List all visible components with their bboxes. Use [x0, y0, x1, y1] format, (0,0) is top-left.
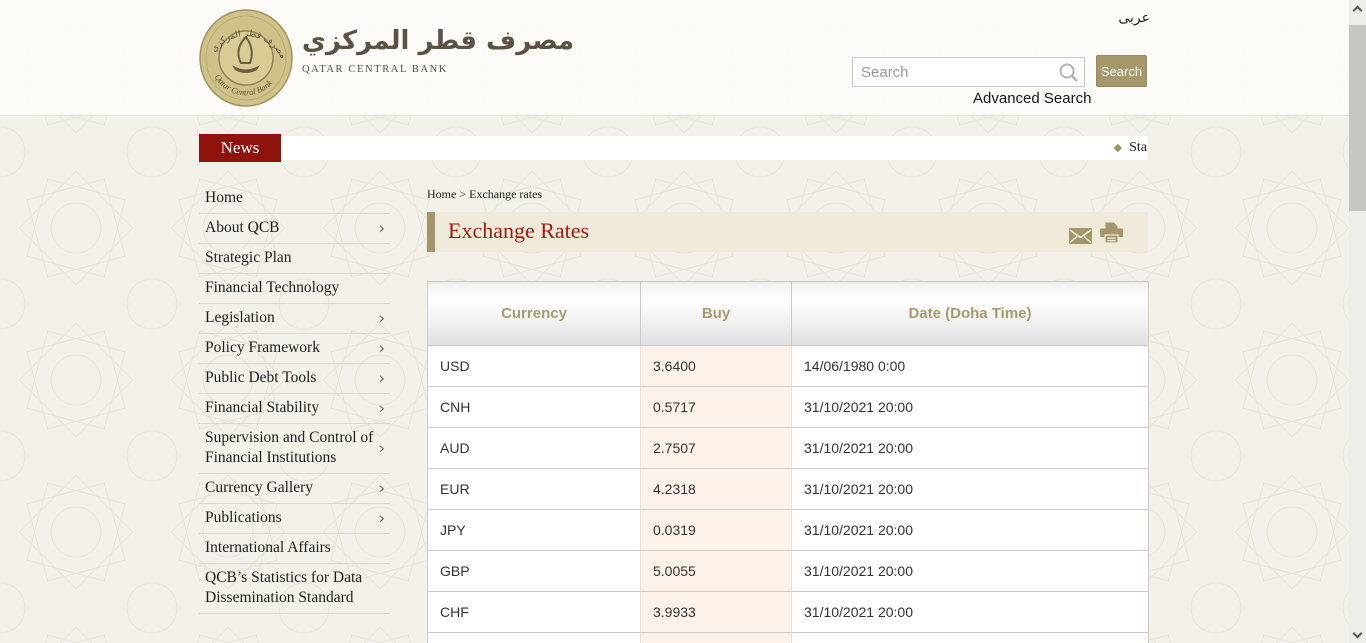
chevron-right-icon: ›	[379, 398, 385, 418]
buy-cell: 0.5717	[641, 387, 792, 428]
col-header-buy: Buy	[641, 282, 792, 346]
chevron-right-icon: ›	[379, 508, 385, 528]
table-row: AUD 2.7507 31/10/2021 20:00	[428, 428, 1149, 469]
sidebar-item-legislation[interactable]: Legislation›	[199, 304, 390, 334]
qcb-coin-emblem-icon: مصرف قطر المركزي Qatar Central Bank	[199, 9, 293, 107]
sidebar-item-about-qcb[interactable]: About QCB›	[199, 214, 390, 244]
breadcrumb-separator: >	[459, 187, 466, 201]
sidebar-item-supervision[interactable]: Supervision and Control of Financial Ins…	[199, 424, 390, 474]
brand-english-name: QATAR CENTRAL BANK	[302, 64, 574, 75]
buy-cell: 0.0319	[641, 510, 792, 551]
sidebar-nav: Home About QCB› Strategic Plan Financial…	[199, 184, 390, 614]
table-row: CHF 3.9933 31/10/2021 20:00	[428, 592, 1149, 633]
qcb-exchange-rates-page: مصرف قطر المركزي Qatar Central Bank مصرف…	[0, 0, 1366, 643]
sidebar-item-currency-gallery[interactable]: Currency Gallery›	[199, 474, 390, 504]
exchange-rates-table: Currency Buy Date (Doha Time) USD 3.6400…	[427, 281, 1149, 643]
sidebar-item-international-affairs[interactable]: International Affairs	[199, 534, 390, 564]
brand-text: مصرف قطر المركزي QATAR CENTRAL BANK	[302, 26, 574, 75]
print-icon[interactable]	[1099, 222, 1124, 249]
site-header: مصرف قطر المركزي Qatar Central Bank مصرف…	[0, 0, 1366, 116]
sidebar-item-strategic-plan[interactable]: Strategic Plan	[199, 244, 390, 274]
breadcrumb-home-link[interactable]: Home	[427, 187, 456, 201]
table-row: CNH 0.5717 31/10/2021 20:00	[428, 387, 1149, 428]
sidebar-item-policy-framework[interactable]: Policy Framework›	[199, 334, 390, 364]
qcb-logo[interactable]: مصرف قطر المركزي Qatar Central Bank	[199, 9, 293, 112]
table-header-row: Currency Buy Date (Doha Time)	[428, 282, 1149, 346]
breadcrumb: Home > Exchange rates	[427, 187, 542, 202]
col-header-currency: Currency	[428, 282, 641, 346]
scroll-down-button[interactable]	[1349, 626, 1366, 643]
advanced-search-link[interactable]: Advanced Search	[973, 90, 1091, 107]
sidebar-item-qcb-statistics[interactable]: QCB’s Statistics for Data Dissemination …	[199, 564, 390, 614]
buy-cell: 5.0055	[641, 551, 792, 592]
chevron-right-icon: ›	[379, 308, 385, 328]
breadcrumb-current: Exchange rates	[469, 187, 542, 201]
buy-cell	[641, 633, 792, 643]
buy-cell: 4.2318	[641, 469, 792, 510]
date-cell: 31/10/2021 20:00	[792, 428, 1149, 469]
chevron-right-icon: ›	[379, 438, 385, 458]
page-title: Exchange Rates	[448, 218, 589, 244]
banner-accent-bar	[427, 212, 435, 252]
date-cell: 31/10/2021 20:00	[792, 387, 1149, 428]
browser-scrollbar[interactable]	[1349, 0, 1366, 643]
date-cell: 14/06/1980 0:00	[792, 346, 1149, 387]
chevron-down-icon	[1353, 629, 1363, 639]
table-row: GBP 5.0055 31/10/2021 20:00	[428, 551, 1149, 592]
date-cell: 31/10/2021 20:00	[792, 551, 1149, 592]
sidebar-item-public-debt-tools[interactable]: Public Debt Tools›	[199, 364, 390, 394]
currency-cell: AUD	[428, 428, 641, 469]
diamond-bullet-icon: ◆	[1114, 142, 1122, 154]
chevron-up-icon	[1353, 6, 1363, 16]
news-ticker-text: Sta	[1129, 140, 1147, 155]
brand-arabic-calligraphy: مصرف قطر المركزي	[302, 26, 574, 56]
news-ticker-item[interactable]: ◆ Sta	[1114, 136, 1147, 160]
currency-cell	[428, 633, 641, 643]
currency-cell: EUR	[428, 469, 641, 510]
chevron-right-icon: ›	[379, 368, 385, 388]
currency-cell: JPY	[428, 510, 641, 551]
arabic-language-link[interactable]: عربى	[1118, 10, 1150, 26]
buy-cell: 2.7507	[641, 428, 792, 469]
sidebar-item-home[interactable]: Home	[199, 184, 390, 214]
search-input[interactable]	[853, 58, 1051, 86]
table-row-partial	[428, 633, 1149, 643]
scroll-up-button[interactable]	[1349, 0, 1366, 17]
date-cell: 31/10/2021 20:00	[792, 510, 1149, 551]
table-row: JPY 0.0319 31/10/2021 20:00	[428, 510, 1149, 551]
date-cell: 31/10/2021 20:00	[792, 469, 1149, 510]
currency-cell: CNH	[428, 387, 641, 428]
currency-cell: GBP	[428, 551, 641, 592]
chevron-right-icon: ›	[379, 478, 385, 498]
date-cell: 31/10/2021 20:00	[792, 592, 1149, 633]
sidebar-item-publications[interactable]: Publications›	[199, 504, 390, 534]
chevron-right-icon: ›	[379, 218, 385, 238]
news-ticker-bar: ◆ Sta	[281, 136, 1148, 160]
search-box	[852, 57, 1085, 87]
table-row: EUR 4.2318 31/10/2021 20:00	[428, 469, 1149, 510]
scrollbar-thumb[interactable]	[1349, 25, 1366, 211]
sidebar-item-financial-technology[interactable]: Financial Technology	[199, 274, 390, 304]
table-row: USD 3.6400 14/06/1980 0:00	[428, 346, 1149, 387]
col-header-date: Date (Doha Time)	[792, 282, 1149, 346]
date-cell	[792, 633, 1149, 643]
chevron-right-icon: ›	[379, 338, 385, 358]
currency-cell: USD	[428, 346, 641, 387]
news-tab[interactable]: News	[199, 134, 281, 162]
currency-cell: CHF	[428, 592, 641, 633]
email-icon[interactable]	[1069, 228, 1092, 249]
search-button[interactable]: Search	[1096, 55, 1147, 87]
page-title-banner: Exchange Rates	[427, 212, 1148, 252]
search-icon[interactable]	[1058, 62, 1080, 89]
buy-cell: 3.9933	[641, 592, 792, 633]
buy-cell: 3.6400	[641, 346, 792, 387]
sidebar-item-financial-stability[interactable]: Financial Stability›	[199, 394, 390, 424]
